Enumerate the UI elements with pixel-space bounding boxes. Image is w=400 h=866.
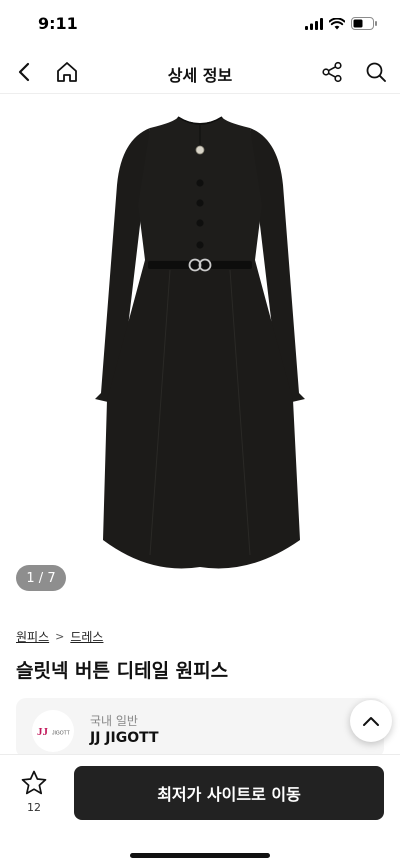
dress-image bbox=[95, 116, 305, 569]
status-time: 9:11 bbox=[38, 14, 78, 33]
favorite-button[interactable]: 12 bbox=[14, 769, 54, 821]
scroll-to-top-button[interactable] bbox=[350, 700, 392, 742]
brand-category: 국내 일반 bbox=[90, 714, 138, 728]
star-icon bbox=[21, 770, 47, 795]
share-button[interactable] bbox=[318, 58, 346, 86]
favorite-count: 12 bbox=[27, 801, 41, 814]
nav-bar: 상세 정보 bbox=[0, 50, 400, 94]
status-bar: 9:11 bbox=[0, 0, 400, 50]
go-to-lowest-price-button[interactable]: 최저가 사이트로 이동 bbox=[74, 766, 384, 820]
brand-logo-text: JJ bbox=[37, 726, 49, 738]
breadcrumb: 원피스 > 드레스 bbox=[16, 628, 103, 645]
brand-card[interactable]: JJ JIGOTT 국내 일반 JJ JIGOTT bbox=[16, 698, 384, 758]
brand-name: JJ JIGOTT bbox=[90, 730, 159, 746]
brand-logo-mark: JJ JIGOTT bbox=[37, 726, 70, 738]
share-icon bbox=[322, 61, 342, 83]
search-icon bbox=[366, 62, 386, 82]
breadcrumb-category-link[interactable]: 원피스 bbox=[16, 628, 49, 645]
product-image[interactable]: 1 / 7 bbox=[0, 95, 400, 600]
breadcrumb-subcategory-link[interactable]: 드레스 bbox=[70, 628, 103, 645]
image-page-indicator: 1 / 7 bbox=[16, 565, 66, 591]
battery-icon bbox=[351, 17, 377, 30]
wifi-icon bbox=[329, 17, 345, 29]
product-title: 슬릿넥 버튼 디테일 원피스 bbox=[16, 660, 229, 682]
search-button[interactable] bbox=[362, 58, 390, 86]
brand-logo: JJ JIGOTT bbox=[32, 710, 74, 752]
signal-icon bbox=[305, 17, 323, 30]
bottom-action-bar: 12 최저가 사이트로 이동 bbox=[0, 754, 400, 866]
status-icons bbox=[305, 17, 378, 30]
home-indicator bbox=[130, 853, 270, 858]
chevron-up-icon bbox=[363, 717, 379, 726]
brand-logo-subtext: JIGOTT bbox=[52, 731, 70, 737]
breadcrumb-separator: > bbox=[55, 630, 65, 643]
